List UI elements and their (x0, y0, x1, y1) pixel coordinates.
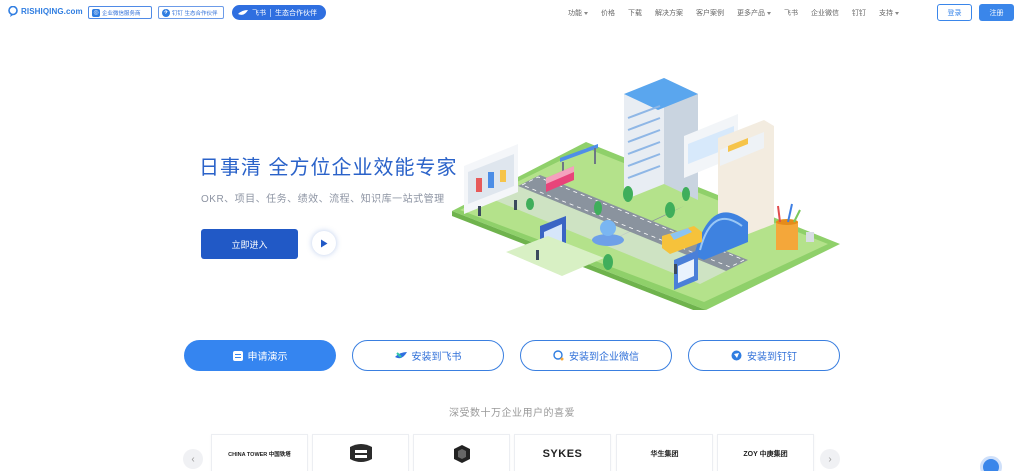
install-wecom-label: 安装到企业微信 (569, 352, 639, 363)
chevron-down-icon (767, 11, 771, 15)
badge-divider (270, 8, 271, 17)
nav-support[interactable]: 支持 (879, 8, 899, 18)
nav-feishu[interactable]: 飞书 (784, 8, 798, 18)
customer-logo-mark (453, 445, 470, 463)
main-nav: 功能 价格 下载 解决方案 客户案例 更多产品 飞书 企业微信 钉钉 支持 (568, 0, 912, 26)
hero-subtitle: OKR、项目、任务、绩效、流程、知识库一站式管理 (201, 194, 445, 205)
chevron-right-icon: › (828, 453, 832, 465)
wecom-icon (553, 350, 564, 361)
dingtalk-partner-badge[interactable]: ✈ 钉钉 生态合作伙伴 (158, 6, 224, 19)
feishu-partner-badge[interactable]: 飞书 生态合作伙伴 (232, 5, 326, 20)
feishu-icon (238, 9, 248, 15)
customer-logo-text: ZOY 中庚集团 (743, 451, 788, 458)
feishu-badge-label: 生态合作伙伴 (275, 9, 317, 17)
login-button[interactable]: 登录 (937, 4, 972, 21)
chat-support-button[interactable] (980, 456, 1002, 471)
customer-logo-text: SYKES (542, 448, 583, 460)
chevron-down-icon (895, 11, 899, 15)
customer-logo-huasheng: 华生集团 (616, 434, 713, 471)
carousel-prev-button[interactable]: ‹ (183, 449, 203, 469)
document-icon (232, 350, 243, 361)
nav-download[interactable]: 下载 (628, 8, 642, 18)
feishu-icon (394, 351, 407, 358)
wecom-badge-label: 企业微信服务商 (102, 10, 141, 17)
customer-logo-china-tower: CHINA TOWER 中国铁塔 (211, 434, 308, 471)
install-feishu-label: 安装到飞书 (411, 352, 462, 363)
chevron-left-icon: ‹ (191, 453, 195, 465)
request-demo-button[interactable]: 申请演示 (184, 340, 336, 371)
customer-logo-zoy: ZOY 中庚集团 (717, 434, 814, 471)
dingtalk-icon: ✈ (162, 8, 170, 17)
carousel-next-button[interactable]: › (820, 449, 840, 469)
enter-button[interactable]: 立即进入 (201, 229, 298, 259)
chevron-down-icon (584, 11, 588, 15)
install-feishu-button[interactable]: 安装到飞书 (352, 340, 504, 371)
hero-illustration (452, 78, 840, 310)
logo-icon (8, 6, 18, 17)
dingtalk-icon (731, 350, 742, 361)
customer-logo-3 (413, 434, 510, 471)
wecom-partner-badge[interactable]: ◎ 企业微信服务商 (88, 6, 152, 19)
top-navbar: RISHIQING.com ◎ 企业微信服务商 ✈ 钉钉 生态合作伙伴 飞书 生… (0, 0, 1024, 26)
customer-logo-mark (349, 444, 372, 462)
nav-features[interactable]: 功能 (568, 8, 588, 18)
customer-logo-sykes: SYKES (514, 434, 611, 471)
hero-title: 日事清 全方位企业效能专家 (199, 157, 458, 179)
install-dingtalk-button[interactable]: 安装到钉钉 (688, 340, 840, 371)
signup-button[interactable]: 注册 (979, 4, 1014, 21)
site-logo[interactable]: RISHIQING.com (8, 6, 83, 17)
nav-wecom[interactable]: 企业微信 (811, 8, 839, 18)
play-video-button[interactable] (312, 231, 336, 255)
customer-logo-text: CHINA TOWER 中国铁塔 (228, 452, 291, 458)
logo-text: RISHIQING.com (21, 7, 83, 16)
nav-pricing[interactable]: 价格 (601, 8, 615, 18)
install-wecom-button[interactable]: 安装到企业微信 (520, 340, 672, 371)
customers-heading: 深受数十万企业用户的喜爱 (449, 408, 575, 419)
install-dingtalk-label: 安装到钉钉 (747, 352, 797, 363)
request-demo-label: 申请演示 (247, 352, 288, 363)
customer-logo-text: 华生集团 (650, 451, 679, 458)
nav-more-products[interactable]: 更多产品 (737, 8, 771, 18)
wecom-icon: ◎ (92, 8, 100, 17)
nav-dingtalk[interactable]: 钉钉 (852, 8, 866, 18)
nav-cases[interactable]: 客户案例 (696, 8, 724, 18)
play-icon (321, 239, 328, 247)
feishu-badge-name: 飞书 (252, 9, 266, 17)
nav-solutions[interactable]: 解决方案 (655, 8, 683, 18)
customer-logo-2 (312, 434, 409, 471)
dingtalk-badge-label: 钉钉 生态合作伙伴 (172, 10, 218, 17)
